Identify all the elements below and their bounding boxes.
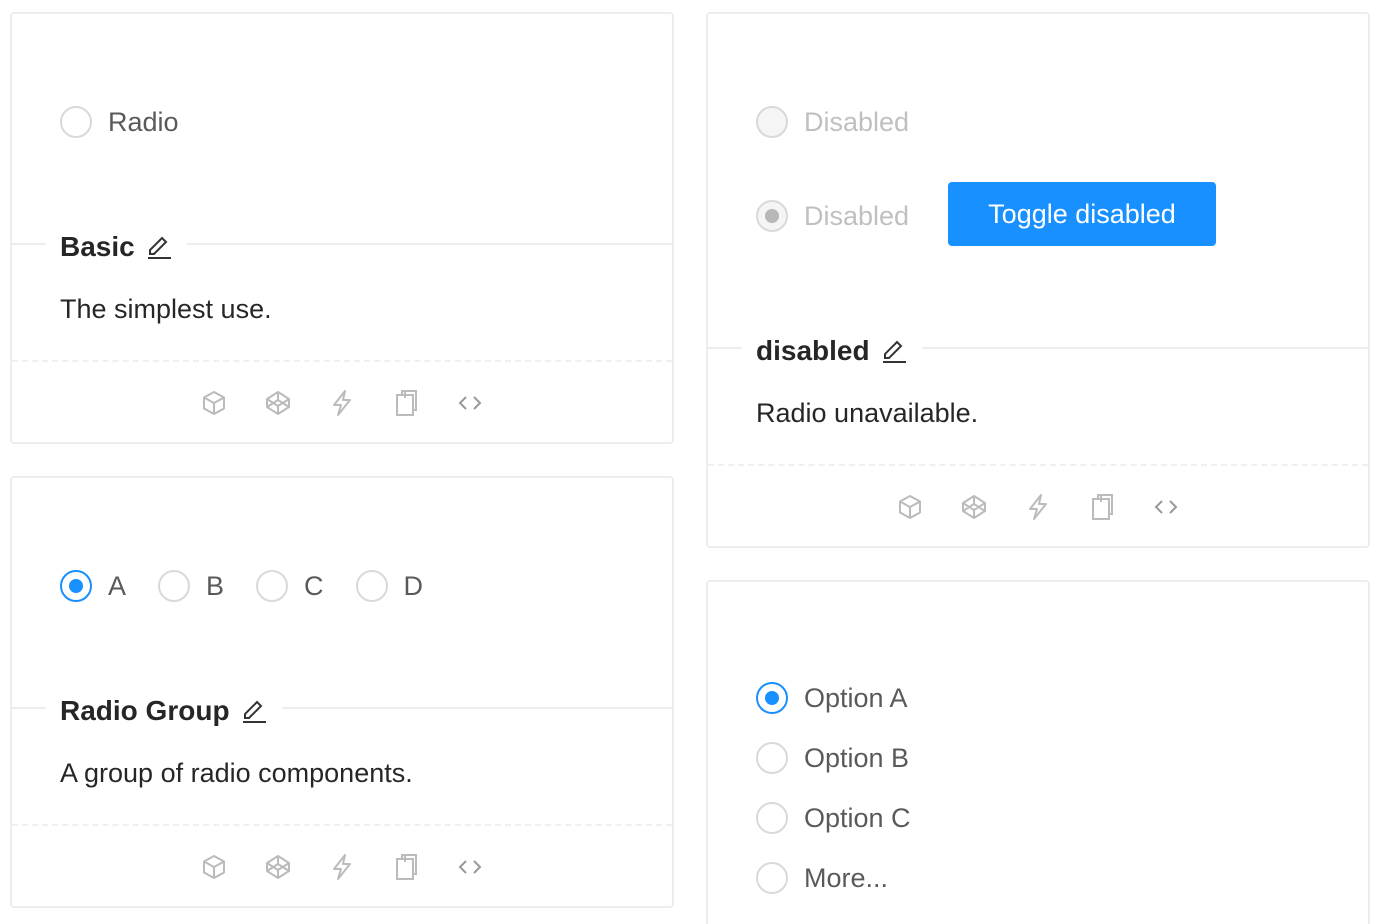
demo-card-vertical: Option A Option B Option C More... [706, 580, 1370, 924]
stackblitz-icon[interactable] [327, 852, 357, 882]
codepen-icon[interactable] [959, 492, 989, 522]
radio-option-c[interactable]: Option C [756, 798, 911, 838]
demo-title-text: Radio Group [60, 695, 230, 726]
vertical-option-a-row: Option A [756, 678, 940, 718]
codesandbox-icon[interactable] [895, 492, 925, 522]
vertical-option-more-row: More... [756, 858, 920, 898]
actions-divider [12, 360, 672, 362]
demo-card-disabled: Disabled Disabled Toggle disabled disabl… [706, 12, 1370, 548]
demo-title: disabled [742, 331, 922, 371]
copy-code-icon[interactable] [1087, 492, 1117, 522]
demo-title-text: disabled [756, 335, 870, 366]
edit-icon[interactable] [240, 697, 268, 725]
radio-circle[interactable] [60, 106, 92, 138]
demo-description: Radio unavailable. [756, 398, 979, 428]
radio-label: Option A [804, 683, 908, 713]
radio-label: C [304, 571, 324, 601]
disabled-radio-row-2: Disabled [756, 196, 941, 236]
codesandbox-icon[interactable] [199, 388, 229, 418]
codesandbox-icon[interactable] [199, 852, 229, 882]
toggle-disabled-button[interactable]: Toggle disabled [948, 182, 1216, 246]
radio-circle[interactable] [756, 802, 788, 834]
radio-option-d[interactable]: D [355, 566, 424, 606]
radio-label: Option C [804, 803, 911, 833]
code-actions [12, 847, 672, 887]
demo-description: A group of radio components. [60, 758, 413, 788]
radio-circle[interactable] [756, 742, 788, 774]
disabled-radio-unchecked[interactable]: Disabled [756, 102, 909, 142]
expand-code-icon[interactable] [455, 388, 485, 418]
radio-circle-checked[interactable] [756, 682, 788, 714]
radio-label: More... [804, 863, 889, 893]
codepen-icon[interactable] [263, 852, 293, 882]
radio-option-b[interactable]: Option B [756, 738, 909, 778]
demo-title: Radio Group [46, 691, 282, 731]
radio-option-c[interactable]: C [256, 566, 324, 606]
radio-label: B [206, 571, 225, 601]
expand-code-icon[interactable] [455, 852, 485, 882]
demo-card-radio-group: A B C D Radio Group A group of radio com… [10, 476, 674, 908]
basic-radio-row: Radio [60, 102, 211, 142]
actions-divider [12, 824, 672, 826]
radio-label: Disabled [804, 201, 910, 231]
radio-label: A [108, 571, 127, 601]
copy-code-icon[interactable] [391, 852, 421, 882]
radio-option-b[interactable]: B [158, 566, 224, 606]
expand-code-icon[interactable] [1151, 492, 1181, 522]
radio-circle[interactable] [756, 862, 788, 894]
radio-option-more[interactable]: More... [756, 858, 888, 898]
radio-option-a[interactable]: A [60, 566, 126, 606]
radio-option-a[interactable]: Option A [756, 678, 908, 718]
radio-circle[interactable] [355, 570, 388, 602]
actions-divider [708, 464, 1368, 466]
stackblitz-icon[interactable] [1023, 492, 1053, 522]
radio-label: Radio [108, 107, 179, 137]
radio-label: D [403, 571, 424, 601]
stackblitz-icon[interactable] [327, 388, 357, 418]
codepen-icon[interactable] [263, 388, 293, 418]
demo-description: The simplest use. [60, 294, 272, 324]
code-actions [12, 383, 672, 423]
radio-circle[interactable] [158, 570, 191, 602]
demo-title: Basic [46, 227, 187, 267]
demo-card-basic: Radio Basic The simplest use. [10, 12, 674, 444]
code-actions [708, 487, 1368, 527]
disabled-radio-row-1: Disabled [756, 102, 941, 142]
vertical-option-b-row: Option B [756, 738, 941, 778]
radio-circle-disabled-checked[interactable] [756, 200, 788, 232]
radio-circle[interactable] [256, 570, 289, 602]
radio-circle-checked[interactable] [60, 570, 92, 602]
basic-radio[interactable]: Radio [60, 102, 179, 142]
copy-code-icon[interactable] [391, 388, 421, 418]
demo-title-text: Basic [60, 231, 135, 262]
edit-icon[interactable] [145, 233, 173, 261]
radio-label: Option B [804, 743, 910, 773]
radio-label: Disabled [804, 107, 910, 137]
radio-circle-disabled[interactable] [756, 106, 788, 138]
vertical-option-c-row: Option C [756, 798, 943, 838]
edit-icon[interactable] [880, 337, 908, 365]
radio-group: A B C D [60, 566, 455, 606]
disabled-radio-checked[interactable]: Disabled [756, 196, 909, 236]
